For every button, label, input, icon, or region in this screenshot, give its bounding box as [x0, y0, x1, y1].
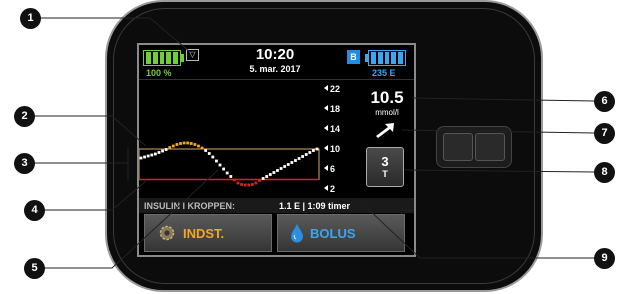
callout-marker: 8	[594, 162, 615, 183]
callout-marker: 3	[14, 153, 35, 174]
callout-marker: 1	[20, 8, 41, 29]
callout-marker: 4	[24, 200, 45, 221]
callout-marker: 9	[594, 248, 615, 269]
callout-leader-lines	[30, 17, 596, 269]
callout-marker: 2	[14, 106, 35, 127]
callout-marker: 6	[594, 91, 615, 112]
callout-marker: 5	[24, 258, 45, 279]
callout-marker: 7	[594, 123, 615, 144]
